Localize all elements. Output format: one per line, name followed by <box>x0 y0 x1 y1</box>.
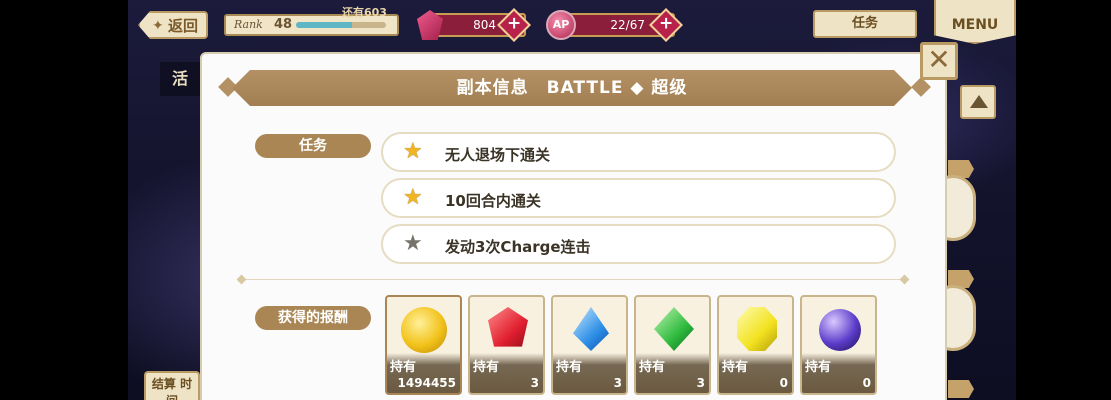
owned-band: 持有 3 <box>470 353 543 393</box>
gem-count: 804 <box>473 18 496 32</box>
star-icon: ★ <box>403 231 423 256</box>
mission-text: 无人退场下通关 <box>445 146 551 164</box>
red-gem-icon <box>488 307 528 347</box>
owned-count: 1494455 <box>397 376 456 390</box>
mission-text: 10回合内通关 <box>445 192 541 210</box>
game-background: ✦ 返回 Rank 48 还有603 804 + 22/67 AP + 任务 M… <box>0 0 1111 400</box>
owned-count: 0 <box>862 376 871 390</box>
close-button[interactable]: ✕ <box>920 42 958 80</box>
blue-gem-icon <box>573 307 609 351</box>
ap-count: 22/67 <box>610 18 645 32</box>
missions-section-label: 任务 <box>255 134 371 158</box>
owned-count: 3 <box>530 376 539 390</box>
star-icon: ★ <box>403 139 423 164</box>
owned-label: 持有 <box>390 360 417 375</box>
reward-item[interactable]: 持有 3 <box>468 295 545 395</box>
rank-progress-track <box>296 22 386 28</box>
yellow-gem-icon <box>737 307 777 351</box>
reward-item[interactable]: 持有 1494455 <box>385 295 462 395</box>
mission-row: ★ 10回合内通关 <box>381 178 896 218</box>
owned-band: 持有 0 <box>719 353 792 393</box>
owned-count: 3 <box>696 376 705 390</box>
owned-label: 持有 <box>556 360 583 375</box>
purple-orb-icon <box>819 309 861 351</box>
sparkle-icon: ✦ <box>152 18 164 34</box>
mission-row: ★ 无人退场下通关 <box>381 132 896 172</box>
back-button-label: 返回 <box>167 16 198 35</box>
task-button[interactable]: 任务 <box>813 10 917 38</box>
scroll-up-button[interactable] <box>960 85 996 119</box>
star-icon: ★ <box>403 185 423 210</box>
reward-item[interactable]: 持有 3 <box>551 295 628 395</box>
reward-item[interactable]: 持有 0 <box>717 295 794 395</box>
reward-item[interactable]: 持有 0 <box>800 295 877 395</box>
owned-band: 持有 0 <box>802 353 875 393</box>
owned-label: 持有 <box>473 360 500 375</box>
mission-text: 发动3次Charge连击 <box>445 238 591 256</box>
rank-label: Rank <box>234 18 263 31</box>
owned-band: 持有 3 <box>636 353 709 393</box>
up-arrow-icon <box>970 95 988 108</box>
event-tab[interactable]: 活 <box>160 62 200 96</box>
plus-icon: + <box>506 13 522 34</box>
mission-row: ★ 发动3次Charge连击 <box>381 224 896 264</box>
owned-band: 持有 1494455 <box>387 353 460 393</box>
ap-icon: AP <box>546 10 576 40</box>
gold-coin-icon <box>401 307 447 353</box>
rewards-section-label: 获得的报酬 <box>255 306 371 330</box>
back-button[interactable]: ✦ 返回 <box>138 11 208 39</box>
plus-icon: + <box>658 13 674 34</box>
rank-remaining-exp: 还有603 <box>342 6 387 19</box>
menu-button[interactable]: MENU <box>934 0 1016 44</box>
owned-label: 持有 <box>639 360 666 375</box>
green-gem-icon <box>654 307 694 351</box>
right-letterbox <box>1016 0 1111 400</box>
reward-item[interactable]: 持有 3 <box>634 295 711 395</box>
rank-progress-fill <box>296 22 352 28</box>
owned-label: 持有 <box>805 360 832 375</box>
owned-count: 0 <box>779 376 788 390</box>
owned-count: 3 <box>613 376 622 390</box>
quest-tag <box>948 380 974 398</box>
rank-value: 48 <box>274 17 293 32</box>
left-letterbox <box>0 0 128 400</box>
settlement-time-button[interactable]: 结算 时间 <box>144 371 200 400</box>
dialog-title: 副本信息 BATTLE ◆ 超级 <box>232 70 912 106</box>
owned-label: 持有 <box>722 360 749 375</box>
owned-band: 持有 3 <box>553 353 626 393</box>
section-divider <box>238 279 908 280</box>
